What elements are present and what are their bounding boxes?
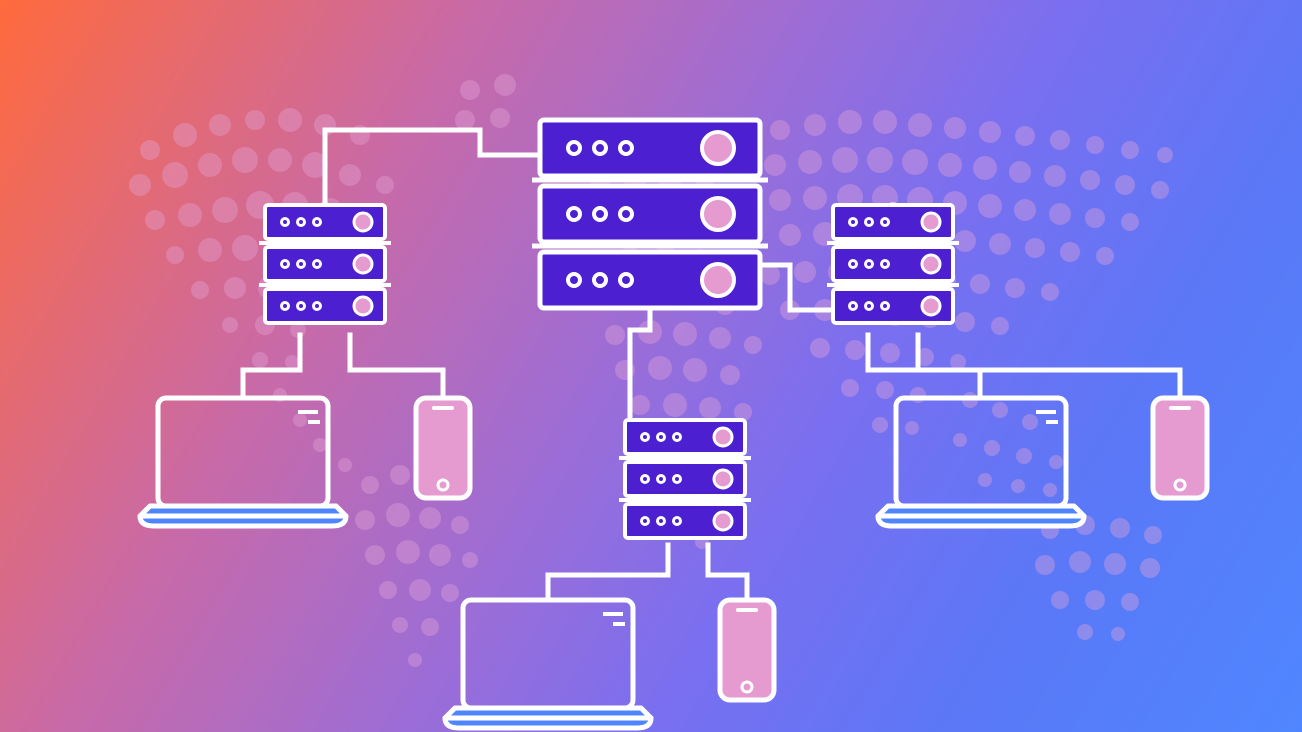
server-left <box>259 205 391 323</box>
server-main <box>532 120 768 308</box>
diagram-svg <box>0 0 1302 732</box>
phone-right <box>1153 398 1207 498</box>
network-diagram <box>0 0 1302 732</box>
laptop-left <box>140 398 346 526</box>
server-center <box>619 420 751 538</box>
laptop-center <box>445 600 651 728</box>
server-right <box>827 205 959 323</box>
phone-left <box>416 398 470 498</box>
phone-center <box>720 600 774 700</box>
